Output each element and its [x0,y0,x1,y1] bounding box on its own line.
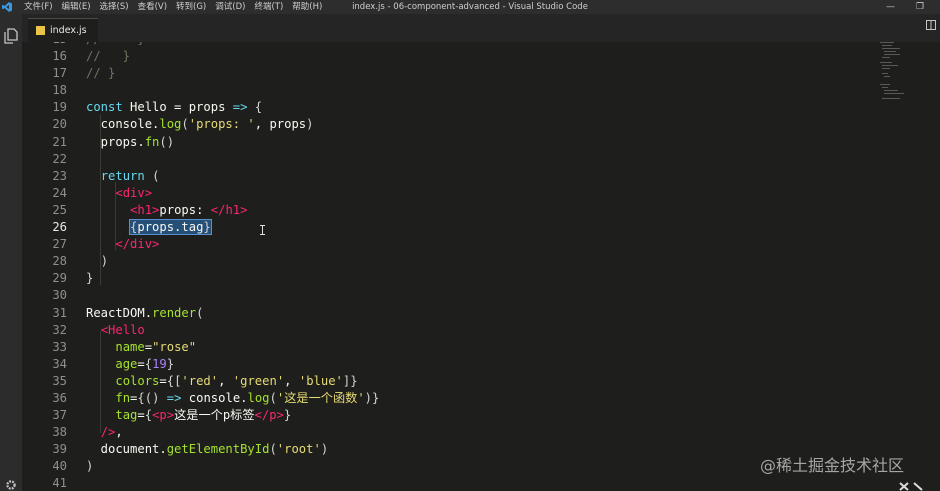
code-text: />, [100,425,123,440]
minimap[interactable] [880,42,912,102]
code-text: ) [100,254,109,269]
line-number: 18 [52,83,67,98]
editor-tab-bar: index.js [22,14,940,42]
code-line[interactable]: 29} [22,270,882,287]
code-text: document.getElementById('root') [86,442,329,457]
line-number: 28 [52,254,67,269]
code-text: name="rose" [115,339,197,354]
line-number: 40 [52,459,67,474]
code-line[interactable]: 33 name="rose" [22,339,882,356]
code-text: ReactDOM.render( [86,305,204,320]
code-line[interactable]: 18 [22,82,882,99]
code-text: ) [86,459,94,474]
code-line[interactable]: 40) [22,458,882,475]
line-number: 34 [52,356,67,371]
line-number: 36 [52,390,67,405]
code-text: props.fn() [86,134,175,149]
code-text: <h1>props: </h1> [130,202,248,217]
code-line[interactable]: 41 [22,475,882,491]
line-number: 16 [52,49,67,64]
selected-text: {props.tag} [129,219,212,236]
line-number: 30 [52,288,67,303]
line-number: 24 [52,185,67,200]
code-line[interactable]: 22 [22,151,882,168]
code-text: // } [86,66,116,81]
line-number: 39 [52,442,67,457]
code-lines: 15// }16// }17// }1819const Hello = prop… [22,42,882,491]
tab-index-js[interactable]: index.js [28,18,98,42]
code-text: // } [86,49,131,64]
code-text: age={19} [115,356,175,371]
line-number: 41 [52,476,67,491]
text-cursor-icon [260,225,265,235]
code-text: } [86,271,94,286]
line-number: 22 [52,151,67,166]
restore-button[interactable]: ❐ [916,0,924,14]
code-text: tag={<p>这是一个p标签</p>} [115,408,292,423]
line-number: 26 [52,220,67,235]
code-text: {props.tag} [86,219,212,236]
line-number: 29 [52,271,67,286]
code-text: console.log('props: ', props) [86,117,314,132]
code-line[interactable]: 20 console.log('props: ', props) [22,116,882,133]
line-number: 25 [52,202,67,217]
activity-bar [0,14,22,491]
code-text: colors={['red', 'green', 'blue']} [115,373,358,388]
settings-gear-icon[interactable] [4,479,18,491]
code-line[interactable]: 16 // } [22,48,882,65]
code-line[interactable]: 27 </div> [22,236,882,253]
line-number: 33 [52,339,67,354]
js-file-icon [36,26,45,35]
watermark: @稀土掘金技术社区 [760,456,905,475]
code-line[interactable]: 31 ReactDOM.render( [22,305,882,322]
code-line[interactable]: 28 ) [22,253,882,270]
code-line[interactable]: 38 />, [22,424,882,441]
code-line[interactable]: 36 fn={() => console.log('这是一个函数')} [22,390,882,407]
code-line[interactable]: 25 <h1>props: </h1> [22,202,882,219]
split-editor-icon[interactable] [926,20,936,30]
line-number: 31 [52,305,67,320]
line-number: 37 [52,408,67,423]
code-line[interactable]: 21 props.fn() [22,134,882,151]
code-line[interactable]: 35 colors={['red', 'green', 'blue']} [22,373,882,390]
line-number: 35 [52,373,67,388]
code-line[interactable]: 34 age={19} [22,356,882,373]
code-line[interactable]: 17 // } [22,65,882,82]
code-line[interactable]: 39 document.getElementById('root') [22,441,882,458]
line-number: 20 [52,117,67,132]
code-line[interactable]: 19 const Hello = props => { [22,99,882,116]
code-line[interactable]: 30 [22,287,882,304]
line-number: 32 [52,322,67,337]
code-text: <div> [115,185,153,200]
line-number: 38 [52,425,67,440]
explorer-files-icon[interactable] [4,28,18,44]
title-bar: 文件(F) 编辑(E) 选择(S) 查看(V) 转到(G) 调试(D) 终端(T… [0,0,940,14]
code-line[interactable]: 26 {props.tag} [22,219,882,236]
code-text: const Hello = props => { [86,100,263,115]
corner-overlay-mark [899,482,923,491]
window-title: index.js - 06-component-advanced - Visua… [352,2,588,12]
code-text: <Hello [100,322,145,337]
line-number: 19 [52,100,67,115]
minimize-button[interactable]: — [886,0,895,14]
code-text: return ( [100,168,160,183]
code-line[interactable]: 24 <div> [22,185,882,202]
code-editor[interactable]: 15// }16// }17// }1819const Hello = prop… [22,42,940,491]
code-line[interactable]: 37 tag={<p>这是一个p标签</p>} [22,407,882,424]
code-text: </div> [115,237,160,252]
code-line[interactable]: 23 return ( [22,168,882,185]
tab-label: index.js [50,25,87,36]
line-number: 17 [52,66,67,81]
code-text: fn={() => console.log('这是一个函数')} [115,390,380,405]
line-number: 27 [52,237,67,252]
line-number: 23 [52,168,67,183]
line-number: 21 [52,134,67,149]
code-line[interactable]: 32 <Hello [22,322,882,339]
